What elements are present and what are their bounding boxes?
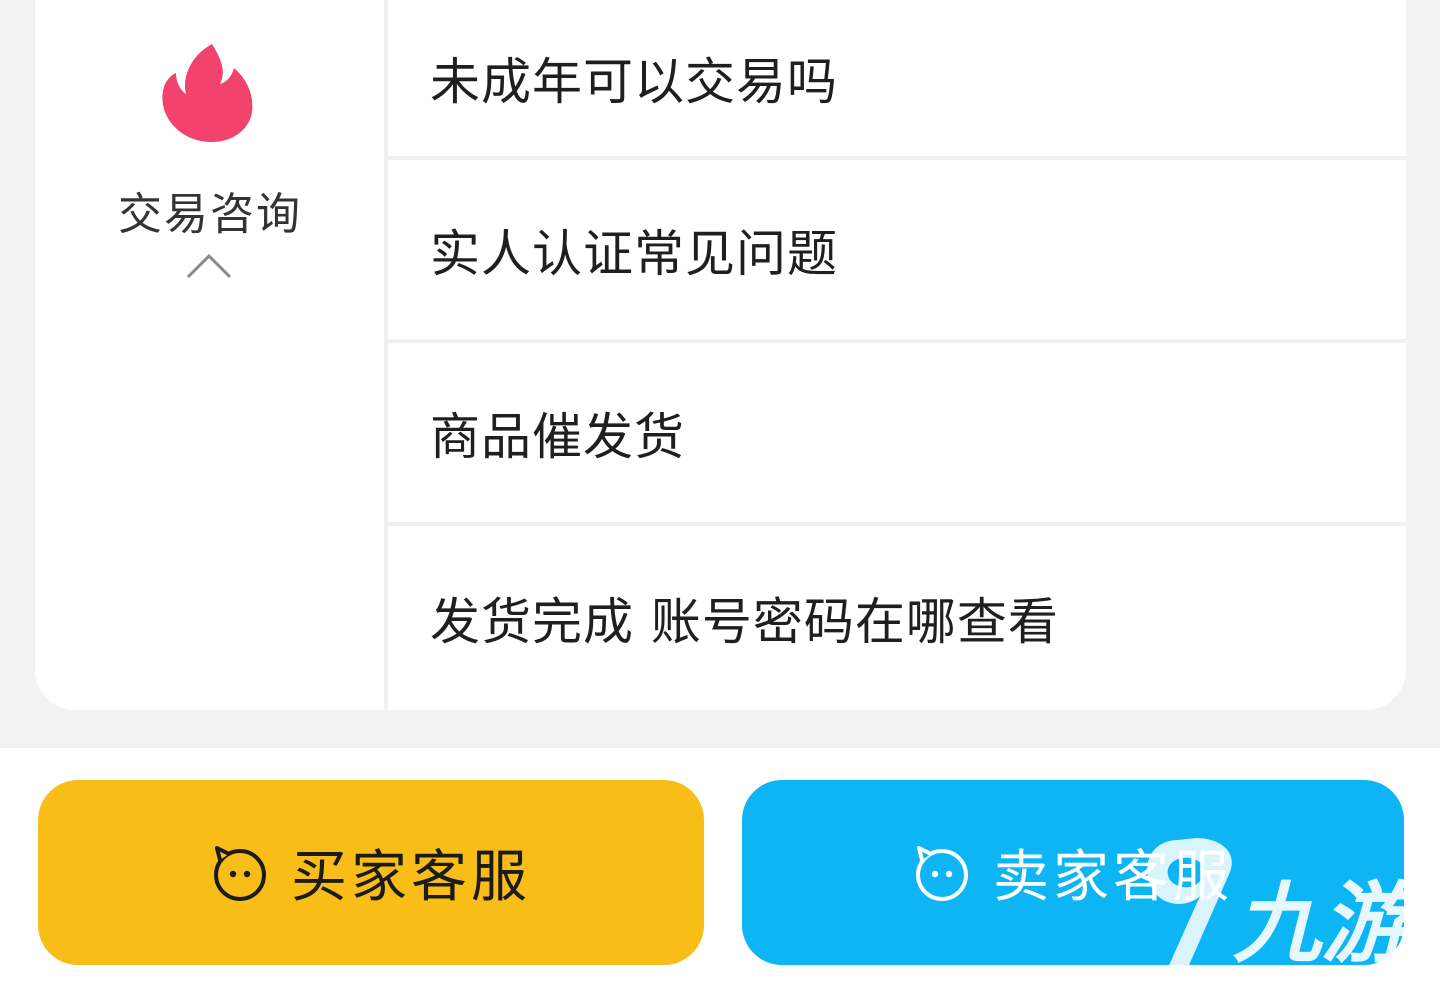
faq-item[interactable]: 发货完成 账号密码在哪查看: [388, 526, 1406, 709]
bottom-action-bar: 买家客服 卖家客服: [0, 748, 1440, 1003]
faq-item-label: 商品催发货: [430, 407, 685, 466]
chevron-up-icon[interactable]: [185, 250, 233, 280]
category-label: 交易咨询: [118, 189, 302, 240]
buyer-service-button[interactable]: 买家客服: [38, 780, 704, 965]
faq-item[interactable]: 商品催发货: [388, 343, 1406, 526]
seller-service-label: 卖家客服: [993, 845, 1233, 910]
faq-item[interactable]: 实人认证常见问题: [388, 160, 1406, 343]
seller-service-button[interactable]: 卖家客服: [742, 780, 1404, 965]
faq-card: 交易咨询 未成年可以交易吗 实人认证常见问题 商品催发货 发货完成 账号密码在哪…: [35, 0, 1406, 710]
faq-item-label: 未成年可以交易吗: [430, 53, 838, 111]
buyer-service-label: 买家客服: [291, 845, 531, 910]
faq-item-label: 实人认证常见问题: [430, 224, 838, 283]
fire-icon: [162, 44, 253, 142]
faq-list: 未成年可以交易吗 实人认证常见问题 商品催发货 发货完成 账号密码在哪查看: [388, 0, 1406, 670]
faq-item[interactable]: 未成年可以交易吗: [388, 0, 1406, 160]
faq-item-label: 发货完成 账号密码在哪查看: [430, 592, 1059, 651]
category-panel[interactable]: 交易咨询: [35, 0, 385, 710]
service-face-icon: [214, 845, 266, 901]
service-face-icon: [916, 845, 968, 901]
